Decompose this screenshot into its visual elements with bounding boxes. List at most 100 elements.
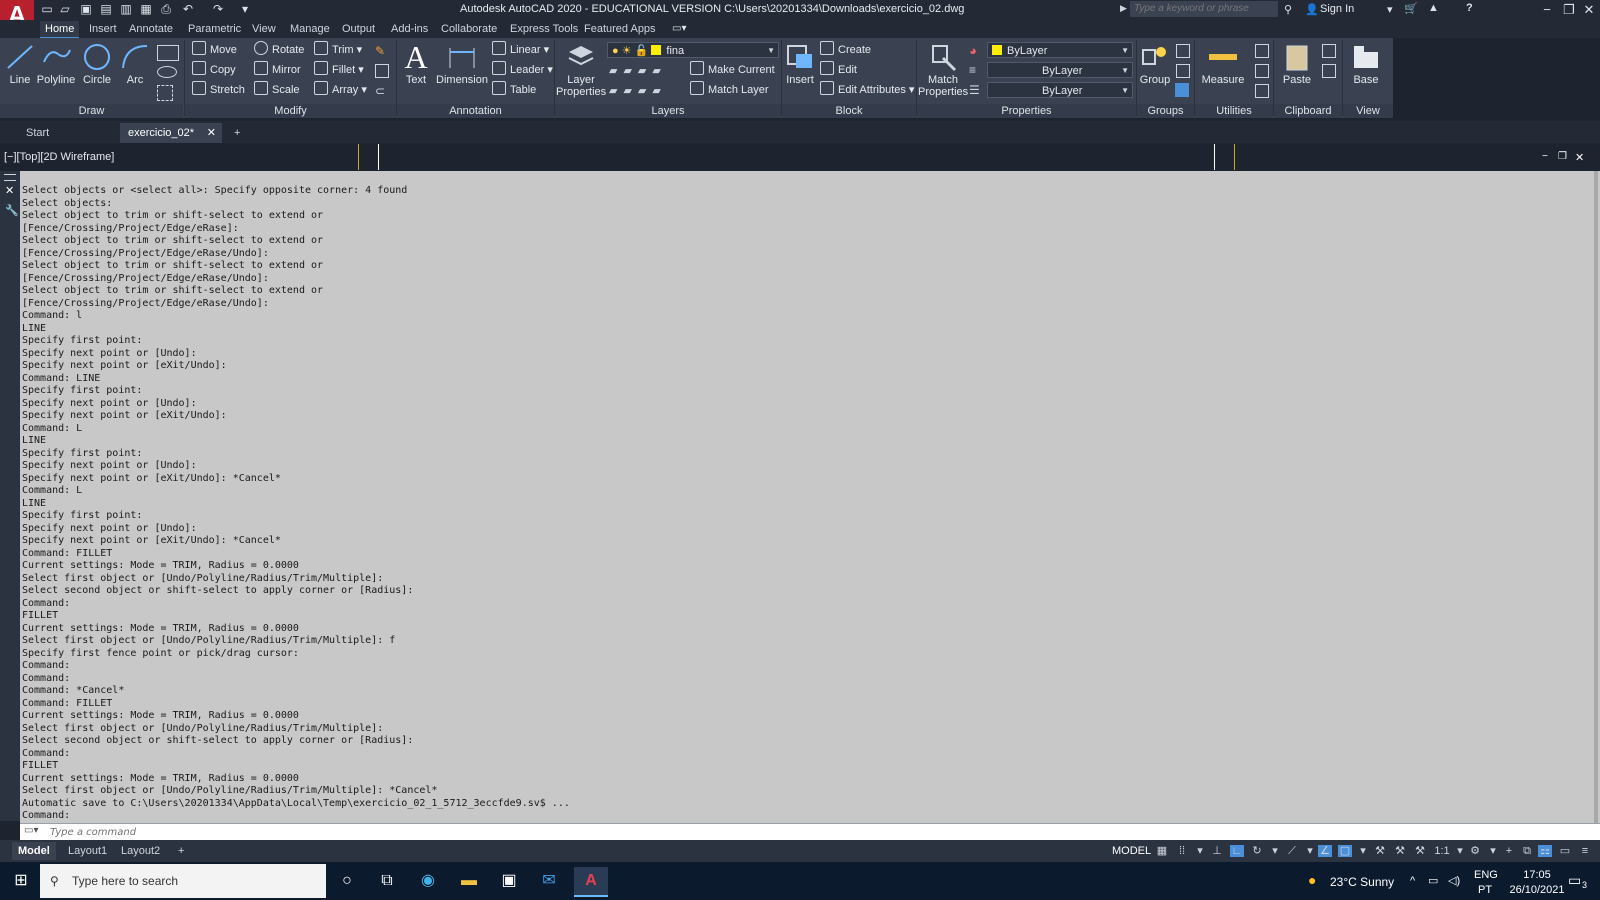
polar-tracking-icon[interactable]: ↻ bbox=[1250, 845, 1264, 857]
recent-commands-icon[interactable]: ▭▾ bbox=[24, 825, 38, 836]
tab-insert[interactable]: Insert bbox=[84, 21, 122, 37]
layer-dropdown[interactable]: ● ☀ 🔓 fina ▼ bbox=[607, 42, 779, 58]
start-tab[interactable]: Start bbox=[18, 123, 118, 143]
fillet-button[interactable]: Fillet ▾ bbox=[314, 61, 364, 79]
cut-icon[interactable] bbox=[1322, 44, 1336, 58]
layer-tools-row-2[interactable]: ▰▰▰▰ bbox=[609, 84, 693, 98]
help-search-input[interactable] bbox=[1130, 1, 1278, 17]
color-dropdown[interactable]: ByLayer ▼ bbox=[987, 42, 1133, 58]
auto-scale-icon[interactable]: ⚒ bbox=[1393, 845, 1407, 857]
annotation-visibility-icon[interactable]: ⚒ bbox=[1373, 845, 1387, 857]
clock-date[interactable]: 26/10/2021 bbox=[1502, 884, 1572, 896]
save-icon[interactable]: ▣ bbox=[79, 2, 93, 16]
units-icon[interactable]: ⧉ bbox=[1520, 845, 1534, 857]
tab-manage[interactable]: Manage bbox=[285, 21, 335, 37]
ungroup-icon[interactable] bbox=[1176, 44, 1190, 58]
hatch-icon[interactable] bbox=[157, 85, 173, 101]
edit-block-button[interactable]: Edit bbox=[820, 61, 857, 79]
arc-button[interactable]: Arc bbox=[115, 42, 155, 86]
quick-properties-icon[interactable]: ⚏ bbox=[1538, 845, 1552, 857]
measure-button[interactable]: Measure bbox=[1198, 42, 1248, 86]
calculator-icon[interactable] bbox=[1255, 84, 1269, 98]
tray-chevron-icon[interactable]: ^ bbox=[1410, 875, 1415, 887]
save-as-icon[interactable]: ▤ bbox=[99, 2, 113, 16]
object-snap-tracking-icon[interactable]: ∠ bbox=[1318, 845, 1332, 857]
text-button[interactable]: A Text bbox=[398, 41, 434, 86]
offset-icon[interactable]: ⊂ bbox=[375, 84, 385, 98]
redo-icon[interactable]: ↷ bbox=[211, 2, 225, 16]
language-line-1[interactable]: ENG bbox=[1474, 869, 1498, 881]
sign-in-link[interactable]: Sign In bbox=[1320, 3, 1354, 15]
object-snap-dropdown-icon[interactable]: ▾ bbox=[1356, 845, 1370, 857]
edge-browser-icon[interactable]: ◉ bbox=[411, 867, 445, 895]
trim-button[interactable]: Trim ▾ bbox=[314, 41, 362, 59]
block-panel-label[interactable]: Block bbox=[782, 104, 916, 118]
layers-panel-label[interactable]: Layers bbox=[555, 104, 781, 118]
base-view-button[interactable]: Base bbox=[1346, 42, 1386, 86]
viewport-controls[interactable]: [−][Top][2D Wireframe] bbox=[4, 151, 114, 163]
linear-button[interactable]: Linear ▾ bbox=[492, 41, 549, 59]
weather-text[interactable]: 23°C Sunny bbox=[1330, 875, 1394, 889]
language-line-2[interactable]: PT bbox=[1478, 884, 1492, 896]
viewport-restore-icon[interactable]: ❐ bbox=[1558, 151, 1567, 162]
isometric-dropdown-icon[interactable]: ▾ bbox=[1303, 845, 1317, 857]
grip-handle[interactable] bbox=[4, 174, 16, 181]
copy-clip-icon[interactable] bbox=[1322, 64, 1336, 78]
edit-attributes-button[interactable]: Edit Attributes ▾ bbox=[820, 81, 914, 99]
group-edit-icon[interactable] bbox=[1176, 64, 1190, 78]
tab-model[interactable]: Model bbox=[12, 842, 56, 860]
save-web-icon[interactable]: ▦ bbox=[139, 2, 153, 16]
grid-icon[interactable]: ▦ bbox=[1155, 845, 1169, 857]
annotation-scale-value[interactable]: 1:1 bbox=[1433, 845, 1451, 857]
layer-tools-row-1[interactable]: ▰▰▰▰ bbox=[609, 64, 693, 78]
cortana-icon[interactable]: ○ bbox=[330, 867, 364, 895]
binoculars-icon[interactable]: ⚲ bbox=[1284, 3, 1292, 16]
tab-parametric[interactable]: Parametric bbox=[183, 21, 246, 37]
model-space-button[interactable]: MODEL bbox=[1112, 845, 1151, 857]
leader-button[interactable]: Leader ▾ bbox=[492, 61, 553, 79]
snap-icon[interactable]: ⁞⁞ bbox=[1175, 845, 1189, 857]
new-tab-button[interactable]: + bbox=[230, 123, 250, 143]
wrench-icon[interactable]: 🔧 bbox=[5, 204, 19, 217]
new-file-icon[interactable]: ▭ bbox=[40, 2, 54, 16]
make-current-button[interactable]: Make Current bbox=[690, 61, 775, 79]
tab-add-ins[interactable]: Add-ins bbox=[386, 21, 433, 37]
add-layout-button[interactable]: + bbox=[172, 842, 190, 860]
network-icon[interactable]: ▭ bbox=[1428, 874, 1438, 887]
workspace-dropdown-icon[interactable]: ▾ bbox=[1486, 845, 1500, 857]
annotation-panel-label[interactable]: Annotation bbox=[397, 104, 554, 118]
modify-panel-label[interactable]: Modify bbox=[185, 104, 396, 118]
ribbon-toggle-icon[interactable]: ▭▾ bbox=[672, 23, 686, 34]
paste-button[interactable]: Paste bbox=[1277, 42, 1317, 86]
tab-home[interactable]: Home bbox=[40, 21, 80, 39]
print-icon[interactable]: ⎙ bbox=[159, 2, 173, 16]
mirror-button[interactable]: Mirror bbox=[254, 61, 301, 79]
autocad-taskbar-icon[interactable]: A bbox=[574, 867, 608, 897]
circle-button[interactable]: Circle bbox=[77, 42, 117, 86]
clean-screen-icon[interactable]: ▭ bbox=[1558, 845, 1572, 857]
drawing-tab[interactable]: exercicio_02* ✕ bbox=[120, 123, 222, 143]
erase-icon[interactable]: ✎ bbox=[375, 44, 385, 58]
volume-icon[interactable]: ◁) bbox=[1448, 874, 1460, 887]
help-icon[interactable]: ? bbox=[1466, 2, 1473, 14]
annotation-scale-icon[interactable]: ⚒ bbox=[1413, 845, 1427, 857]
tab-collaborate[interactable]: Collaborate bbox=[436, 21, 502, 37]
file-explorer-icon[interactable]: ▬ bbox=[452, 867, 486, 895]
view-panel-label[interactable]: View bbox=[1343, 104, 1393, 118]
ellipse-icon[interactable] bbox=[157, 66, 177, 78]
infer-constraints-icon[interactable]: ⊥ bbox=[1210, 845, 1224, 857]
task-view-icon[interactable]: ⧉ bbox=[370, 867, 404, 895]
match-layer-button[interactable]: Match Layer bbox=[690, 81, 769, 99]
select-all-icon[interactable] bbox=[1255, 64, 1269, 78]
history-scrollbar[interactable] bbox=[1594, 171, 1598, 823]
explode-icon[interactable] bbox=[375, 64, 389, 78]
group-button[interactable]: Group bbox=[1138, 42, 1172, 86]
scale-button[interactable]: Scale bbox=[254, 81, 300, 99]
mail-icon[interactable]: ✉ bbox=[532, 867, 566, 895]
polyline-button[interactable]: Polyline bbox=[35, 42, 77, 86]
close-tab-icon[interactable]: ✕ bbox=[207, 123, 216, 143]
expand-search-icon[interactable]: ▶ bbox=[1120, 3, 1127, 14]
tab-annotate[interactable]: Annotate bbox=[124, 21, 178, 37]
rectangle-icon[interactable] bbox=[157, 45, 179, 61]
match-properties-button[interactable]: Match Properties bbox=[918, 42, 968, 98]
